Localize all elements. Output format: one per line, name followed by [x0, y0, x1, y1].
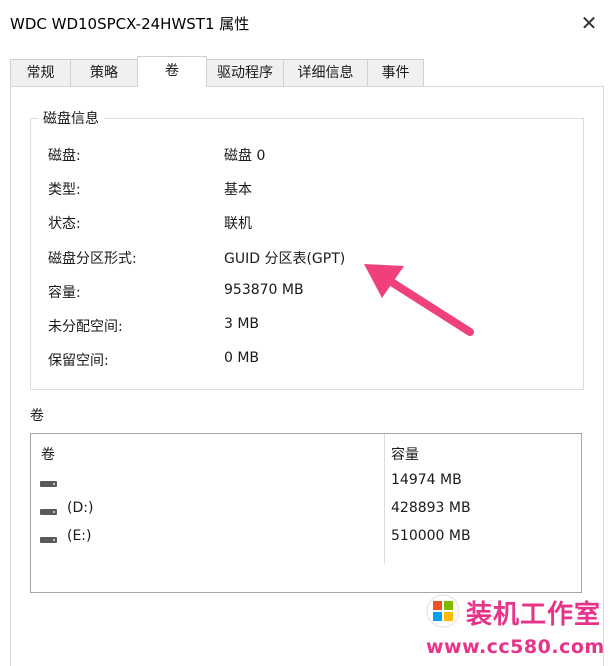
volume-capacity: 428893 MB — [391, 500, 471, 516]
unallocated-value: 3 MB — [224, 316, 260, 332]
tab-general[interactable]: 常规 — [10, 59, 71, 86]
partition-style-value: GUID 分区表(GPT) — [224, 251, 346, 267]
status-label: 状态: — [48, 216, 81, 232]
close-icon: ✕ — [580, 11, 598, 35]
watermark: 装机工作室 www.cc580.com — [422, 590, 613, 666]
partition-style-label: 磁盘分区形式: — [48, 251, 137, 267]
volume-name: (E:) — [67, 528, 92, 544]
column-header-capacity[interactable]: 容量 — [391, 444, 419, 464]
unallocated-label: 未分配空间: — [48, 319, 123, 335]
drive-icon — [40, 537, 57, 543]
disk-info-title: 磁盘信息 — [38, 108, 104, 128]
reserved-value: 0 MB — [224, 350, 260, 366]
type-value: 基本 — [224, 182, 252, 198]
reserved-label: 保留空间: — [48, 353, 109, 369]
volumes-section-title: 卷 — [30, 408, 44, 424]
tab-events[interactable]: 事件 — [367, 59, 424, 86]
tab-details[interactable]: 详细信息 — [283, 59, 368, 86]
tab-driver[interactable]: 驱动程序 — [206, 59, 284, 86]
watermark-url: www.cc580.com — [426, 636, 605, 658]
tab-policies[interactable]: 策略 — [70, 59, 138, 86]
volume-capacity: 510000 MB — [391, 528, 471, 544]
close-button[interactable]: ✕ — [575, 9, 603, 37]
disk-value: 磁盘 0 — [224, 148, 266, 164]
column-separator[interactable] — [384, 434, 385, 564]
volume-capacity: 14974 MB — [391, 472, 462, 488]
title-bar: WDC WD10SPCX-24HWST1 属性 ✕ — [0, 4, 613, 40]
drive-icon — [40, 481, 57, 487]
capacity-label: 容量: — [48, 285, 81, 301]
disk-label: 磁盘: — [48, 148, 81, 164]
window-title: WDC WD10SPCX-24HWST1 属性 — [10, 15, 250, 33]
capacity-value: 953870 MB — [224, 282, 304, 298]
watermark-brand: 装机工作室 — [466, 600, 602, 630]
volumes-list[interactable]: 卷 容量 14974 MB (D:) 428893 MB (E:) 510000… — [30, 433, 582, 593]
drive-icon — [40, 509, 57, 515]
column-header-volume[interactable]: 卷 — [41, 444, 55, 464]
status-value: 联机 — [224, 216, 252, 232]
tab-volumes[interactable]: 卷 — [137, 56, 207, 87]
volume-name: (D:) — [67, 500, 94, 516]
type-label: 类型: — [48, 182, 81, 198]
windows-logo-icon — [426, 594, 460, 628]
